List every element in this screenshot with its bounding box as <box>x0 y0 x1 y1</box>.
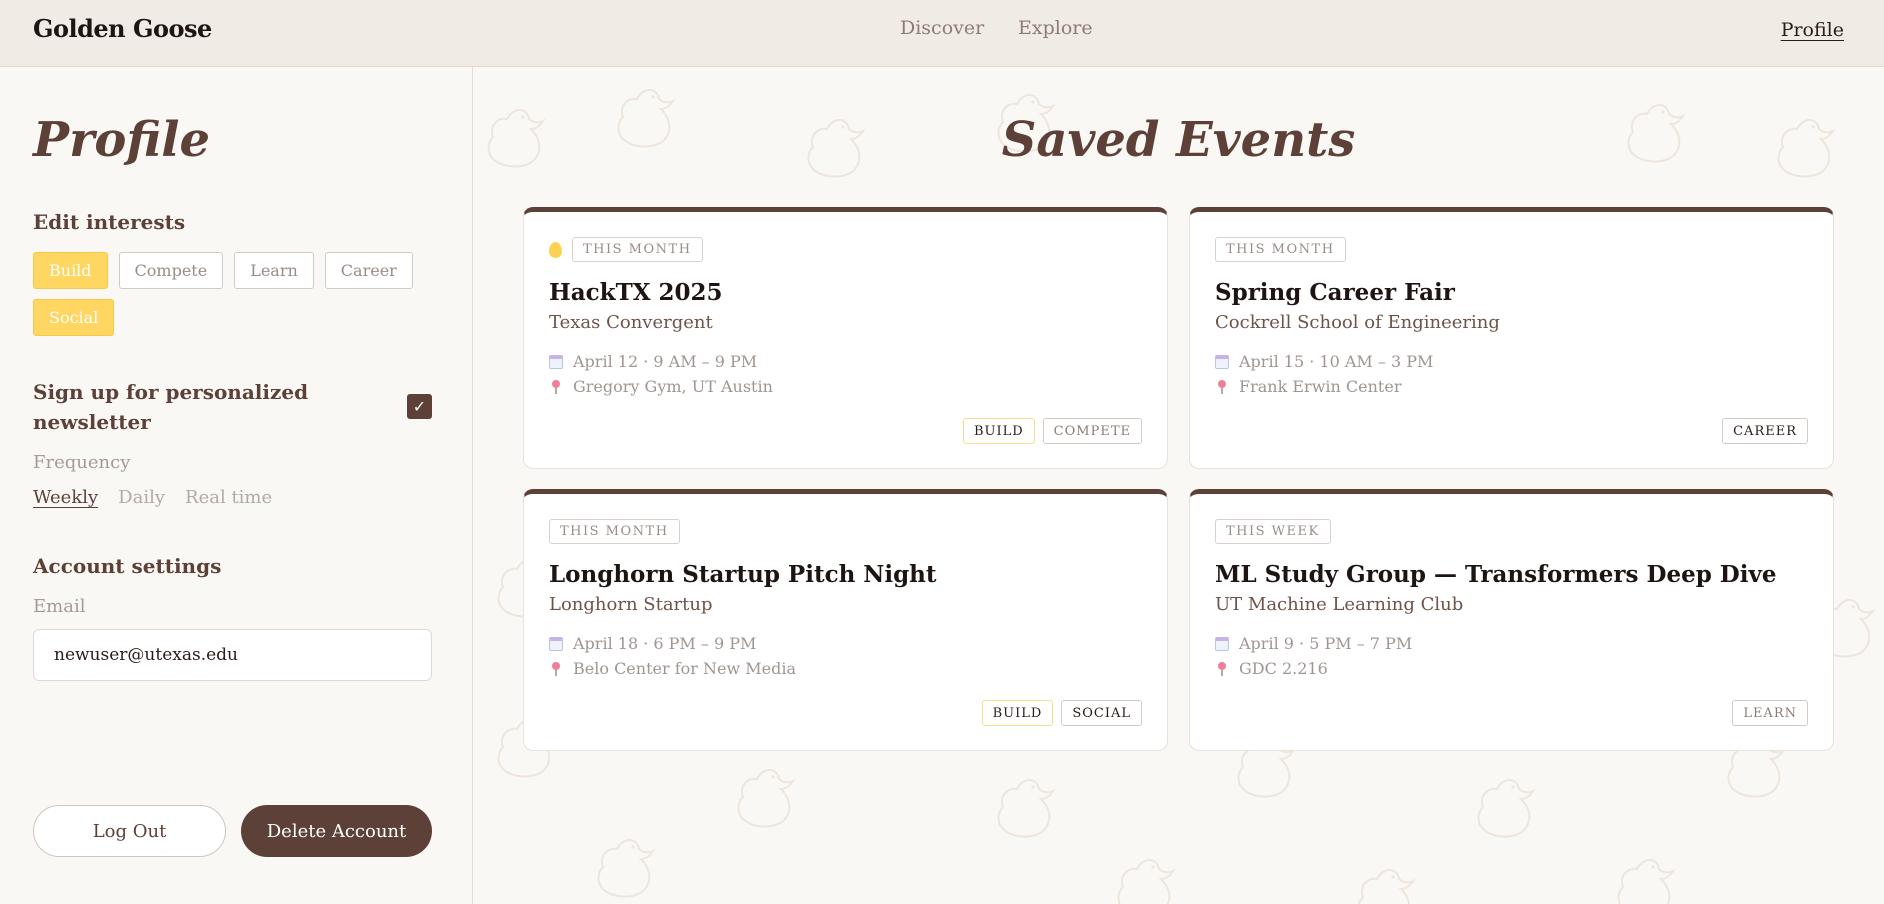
event-tags: LEARN <box>1732 700 1808 726</box>
event-date: April 18 · 6 PM – 9 PM <box>573 634 757 653</box>
tag-compete: COMPETE <box>1042 418 1142 444</box>
event-location-row: Belo Center for New Media <box>549 659 796 678</box>
newsletter-checkbox[interactable]: ✓ <box>407 394 432 419</box>
card-header: THIS WEEK <box>1215 519 1331 544</box>
event-organizer: Texas Convergent <box>549 312 713 333</box>
interest-chip-learn[interactable]: Learn <box>234 252 314 289</box>
pushpin-icon <box>1215 661 1229 676</box>
frequency-option-realtime[interactable]: Real time <box>185 487 272 508</box>
email-label: Email <box>33 596 86 617</box>
event-date: April 15 · 10 AM – 3 PM <box>1239 352 1434 371</box>
interest-chips: Build Compete Learn Career Social <box>33 252 433 336</box>
event-organizer: UT Machine Learning Club <box>1215 594 1464 615</box>
event-date: April 12 · 9 AM – 9 PM <box>573 352 758 371</box>
interests-heading: Edit interests <box>33 210 186 234</box>
account-settings-heading: Account settings <box>33 554 222 578</box>
event-location: GDC 2.216 <box>1239 659 1328 678</box>
time-badge: THIS WEEK <box>1215 519 1331 544</box>
delete-account-button[interactable]: Delete Account <box>241 805 432 857</box>
calendar-icon <box>1215 354 1229 369</box>
tag-build: BUILD <box>981 700 1054 726</box>
calendar-icon <box>549 636 563 651</box>
event-location-row: GDC 2.216 <box>1215 659 1328 678</box>
card-header: THIS MONTH <box>1215 237 1346 262</box>
time-badge: THIS MONTH <box>1215 237 1346 262</box>
event-location-row: Frank Erwin Center <box>1215 377 1401 396</box>
frequency-option-daily[interactable]: Daily <box>118 487 165 508</box>
interest-chip-compete[interactable]: Compete <box>118 252 224 289</box>
profile-sidebar: Profile Edit interests Build Compete Lea… <box>0 67 473 904</box>
saved-events-panel: Saved Events THIS MONTH HackTX 2025 Texa… <box>473 67 1884 904</box>
top-nav-bar: Golden Goose Discover Explore Profile <box>0 0 1884 67</box>
interest-chip-career[interactable]: Career <box>324 252 413 289</box>
tag-career: CAREER <box>1722 418 1808 444</box>
event-card[interactable]: THIS MONTH HackTX 2025 Texas Convergent … <box>523 207 1168 469</box>
frequency-label: Frequency <box>33 452 131 473</box>
tag-build: BUILD <box>962 418 1035 444</box>
event-organizer: Cockrell School of Engineering <box>1215 312 1500 333</box>
event-card[interactable]: THIS MONTH Spring Career Fair Cockrell S… <box>1189 207 1834 469</box>
interest-chip-build[interactable]: Build <box>33 252 108 289</box>
newsletter-label: Sign up for personalized newsletter <box>33 380 309 434</box>
interest-chip-social[interactable]: Social <box>33 299 115 336</box>
event-organizer: Longhorn Startup <box>549 594 713 615</box>
event-tags: BUILD SOCIAL <box>981 700 1142 726</box>
nav-profile-link[interactable]: Profile <box>1781 19 1844 41</box>
tag-learn: LEARN <box>1732 700 1808 726</box>
calendar-icon <box>1215 636 1229 651</box>
time-badge: THIS MONTH <box>572 237 703 262</box>
event-date: April 9 · 5 PM – 7 PM <box>1239 634 1413 653</box>
nav-discover-link[interactable]: Discover <box>900 17 984 39</box>
event-date-row: April 18 · 6 PM – 9 PM <box>549 634 756 653</box>
event-card[interactable]: THIS MONTH Longhorn Startup Pitch Night … <box>523 489 1168 751</box>
event-title[interactable]: Spring Career Fair <box>1215 279 1455 306</box>
event-title[interactable]: HackTX 2025 <box>549 279 723 306</box>
saved-events-title: Saved Events <box>1001 112 1356 168</box>
card-header: THIS MONTH <box>549 237 703 262</box>
nav-explore-link[interactable]: Explore <box>1018 17 1093 39</box>
page-title: Profile <box>33 112 211 168</box>
event-title[interactable]: Longhorn Startup Pitch Night <box>549 561 937 588</box>
tag-social: SOCIAL <box>1061 700 1142 726</box>
event-card[interactable]: THIS WEEK ML Study Group — Transformers … <box>1189 489 1834 751</box>
brand-logo[interactable]: Golden Goose <box>33 14 212 43</box>
pushpin-icon <box>1215 379 1229 394</box>
logout-button[interactable]: Log Out <box>33 805 226 857</box>
pushpin-icon <box>549 379 563 394</box>
event-location-row: Gregory Gym, UT Austin <box>549 377 773 396</box>
event-date-row: April 12 · 9 AM – 9 PM <box>549 352 757 371</box>
event-location: Belo Center for New Media <box>573 659 796 678</box>
frequency-options: Weekly Daily Real time <box>33 487 272 508</box>
event-location: Frank Erwin Center <box>1239 377 1402 396</box>
event-location: Gregory Gym, UT Austin <box>573 377 773 396</box>
card-header: THIS MONTH <box>549 519 680 544</box>
golden-egg-icon <box>549 241 562 258</box>
event-tags: BUILD COMPETE <box>962 418 1142 444</box>
event-tags: CAREER <box>1722 418 1808 444</box>
goose-pattern-background <box>487 89 1874 904</box>
checkmark-icon: ✓ <box>412 397 427 416</box>
calendar-icon <box>549 354 563 369</box>
frequency-option-weekly[interactable]: Weekly <box>33 487 98 508</box>
event-title[interactable]: ML Study Group — Transformers Deep Dive <box>1215 561 1776 588</box>
email-field[interactable] <box>33 629 432 681</box>
time-badge: THIS MONTH <box>549 519 680 544</box>
pushpin-icon <box>549 661 563 676</box>
event-date-row: April 9 · 5 PM – 7 PM <box>1215 634 1412 653</box>
event-date-row: April 15 · 10 AM – 3 PM <box>1215 352 1433 371</box>
